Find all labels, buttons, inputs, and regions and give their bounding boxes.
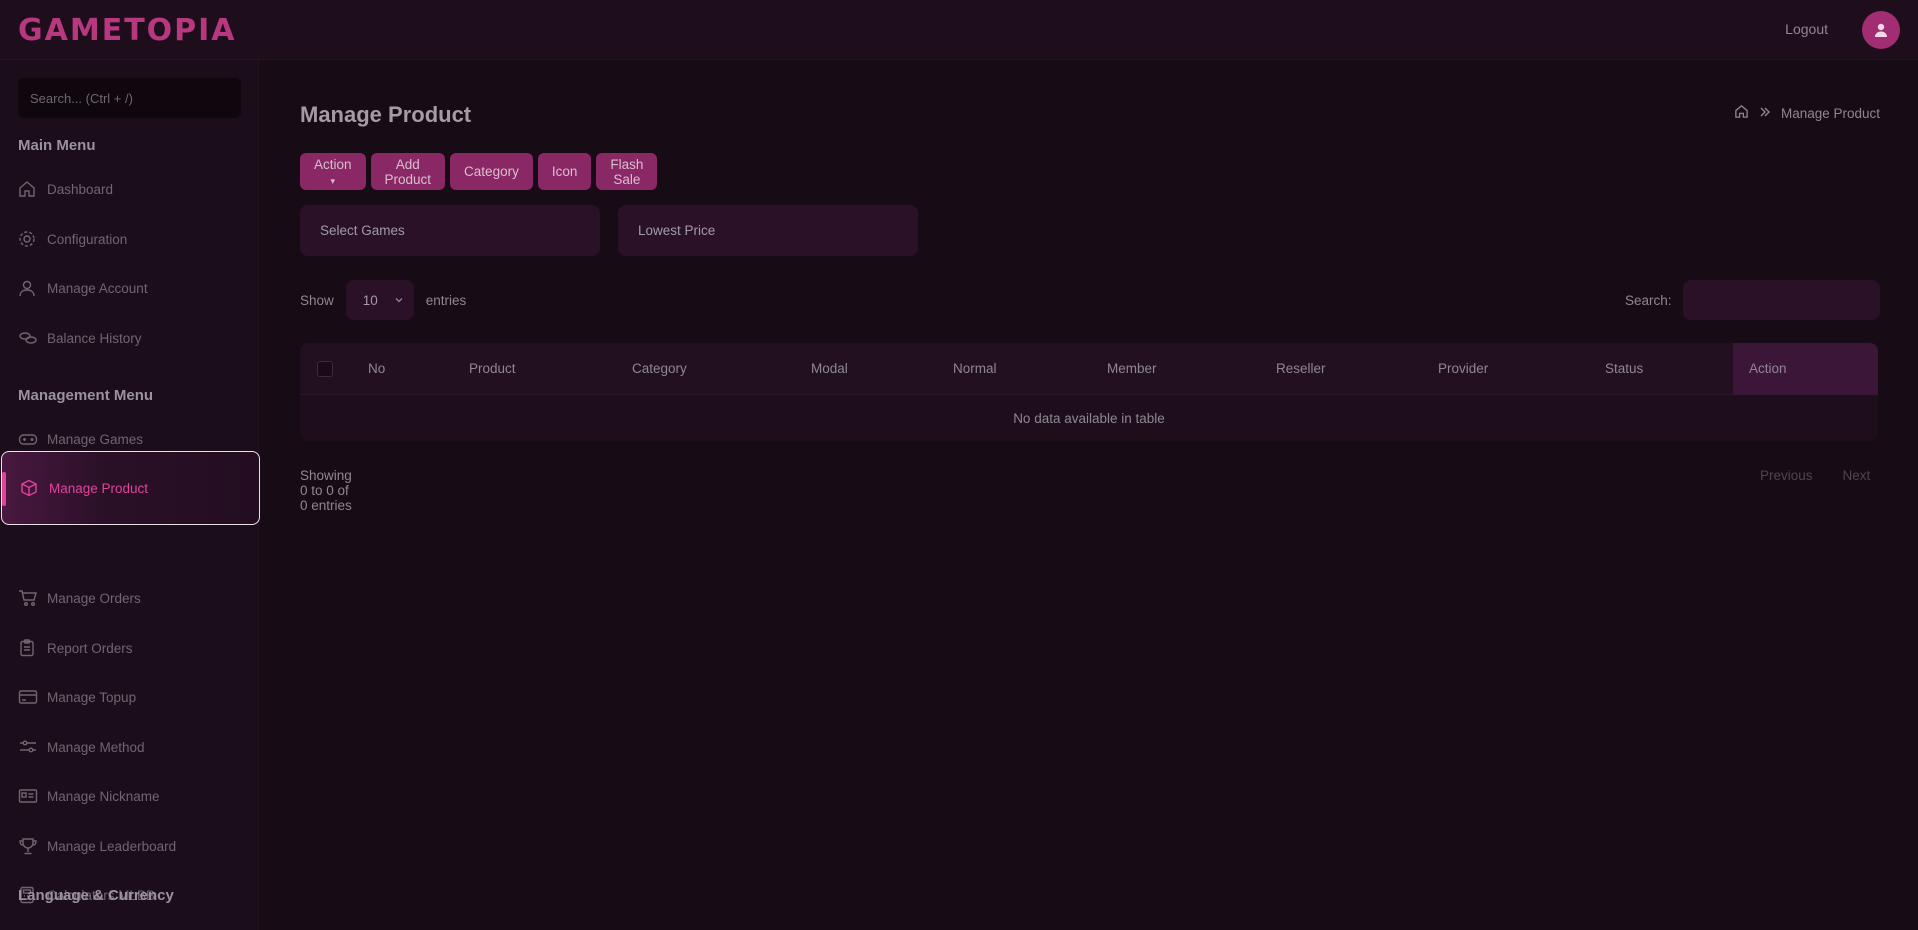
logout-link[interactable]: Logout (1785, 21, 1828, 37)
previous-page-button[interactable]: Previous (1760, 468, 1813, 483)
flash-sale-button[interactable]: Flash Sale (596, 153, 658, 190)
column-header-action[interactable]: Action (1733, 343, 1878, 395)
page-title: Manage Product (300, 102, 472, 127)
home-icon (18, 179, 38, 199)
management-menu-header: Management Menu (18, 387, 154, 404)
next-page-button[interactable]: Next (1843, 468, 1871, 483)
top-bar: GAMETOPIA Logout (0, 0, 1918, 60)
sidebar-item-label: Configuration (47, 231, 128, 247)
action-button-label: Action (314, 156, 352, 172)
sidebar-item-manage-leaderboard[interactable]: Manage Leaderboard (0, 822, 259, 870)
sidebar-item-label: Manage Nickname (47, 788, 160, 804)
column-header[interactable]: Reseller (1276, 361, 1326, 376)
column-header[interactable]: Category (632, 361, 687, 376)
breadcrumb: Manage Product (1734, 104, 1880, 122)
sidebar-item-label: Manage Product (49, 480, 149, 496)
sidebar-item-dashboard[interactable]: Dashboard (0, 165, 259, 213)
chevron-down-icon (394, 293, 404, 308)
user-icon (18, 278, 38, 298)
column-header[interactable]: Modal (811, 361, 848, 376)
sidebar-item-label: Manage Topup (47, 689, 137, 705)
entries-label: entries (425, 292, 467, 308)
box-icon (20, 478, 40, 498)
main-menu-header: Main Menu (18, 137, 96, 154)
sidebar-item-manage-topup[interactable]: Manage Topup (0, 673, 259, 721)
chevrons-right-icon (1759, 106, 1771, 121)
user-avatar-icon (1875, 23, 1887, 37)
sidebar-item-manage-account[interactable]: Manage Account (0, 264, 259, 312)
language-currency-header: Language & Currency (18, 887, 174, 904)
clipboard-icon (18, 638, 38, 658)
sidebar-item-manage-product[interactable]: Manage Product (1, 451, 260, 525)
gamepad-icon (18, 429, 38, 449)
category-button[interactable]: Category (450, 153, 533, 190)
column-header[interactable]: Status (1605, 361, 1643, 376)
sidebar-item-label: Balance History (47, 330, 142, 346)
trophy-icon (18, 836, 38, 856)
add-product-button[interactable]: Add Product (370, 153, 446, 190)
column-header[interactable]: No (368, 361, 385, 376)
select-games-dropdown[interactable]: Select Games (300, 205, 600, 256)
sidebar: Main Menu Dashboard Configuration Manage… (0, 60, 260, 930)
sidebar-item-label: Report Orders (47, 640, 133, 656)
column-header[interactable]: Provider (1438, 361, 1488, 376)
table-search: Search: (1625, 280, 1880, 320)
table-info: Showing 0 to 0 of 0 entries (300, 468, 352, 513)
entries-select[interactable]: 10 (345, 280, 414, 320)
table-length-control: Show 10 entries (300, 280, 466, 320)
column-header[interactable]: Product (469, 361, 516, 376)
select-all-checkbox[interactable] (317, 361, 333, 377)
product-table: No Product Category Modal Normal Member … (300, 343, 1878, 441)
cart-icon (18, 588, 38, 608)
sidebar-search-input[interactable] (18, 78, 241, 118)
gear-icon (18, 229, 38, 249)
card-icon (18, 687, 38, 707)
sidebar-item-balance-history[interactable]: Balance History (0, 314, 259, 362)
sidebar-item-label: Manage Leaderboard (47, 838, 177, 854)
sidebar-item-label: Manage Orders (47, 590, 141, 606)
caret-down-icon: ▾ (330, 175, 336, 186)
icon-button[interactable]: Icon (537, 153, 592, 190)
id-card-icon (18, 786, 38, 806)
pagination: Previous Next (1760, 468, 1870, 483)
toolbar: Action ▾ Add Product Category Icon Flash… (300, 153, 658, 190)
sidebar-item-manage-orders[interactable]: Manage Orders (0, 574, 259, 622)
entries-select-value: 10 (362, 292, 378, 308)
sidebar-item-manage-nickname[interactable]: Manage Nickname (0, 772, 259, 820)
table-header: No Product Category Modal Normal Member … (300, 343, 1878, 395)
show-label: Show (300, 292, 334, 308)
table-search-input[interactable] (1682, 280, 1880, 320)
coins-icon (18, 328, 38, 348)
app-logo[interactable]: GAMETOPIA (18, 13, 237, 48)
breadcrumb-current: Manage Product (1781, 105, 1881, 121)
sidebar-item-label: Manage Method (47, 739, 145, 755)
column-header[interactable]: Normal (953, 361, 997, 376)
avatar[interactable] (1862, 11, 1900, 49)
sliders-icon (18, 737, 38, 757)
sidebar-item-label: Manage Games (47, 431, 144, 447)
empty-table-message: No data available in table (1013, 411, 1165, 426)
sidebar-item-report-orders[interactable]: Report Orders (0, 624, 259, 672)
price-sort-dropdown[interactable]: Lowest Price (618, 205, 918, 256)
search-label: Search: (1625, 292, 1672, 308)
sidebar-item-manage-method[interactable]: Manage Method (0, 723, 259, 771)
sidebar-item-configuration[interactable]: Configuration (0, 215, 259, 263)
sidebar-item-label: Dashboard (47, 181, 114, 197)
sidebar-item-label: Manage Account (47, 280, 148, 296)
column-header[interactable]: Member (1107, 361, 1157, 376)
action-dropdown-button[interactable]: Action ▾ (300, 153, 366, 190)
home-icon[interactable] (1734, 104, 1749, 122)
filters: Select Games Lowest Price (300, 205, 918, 256)
